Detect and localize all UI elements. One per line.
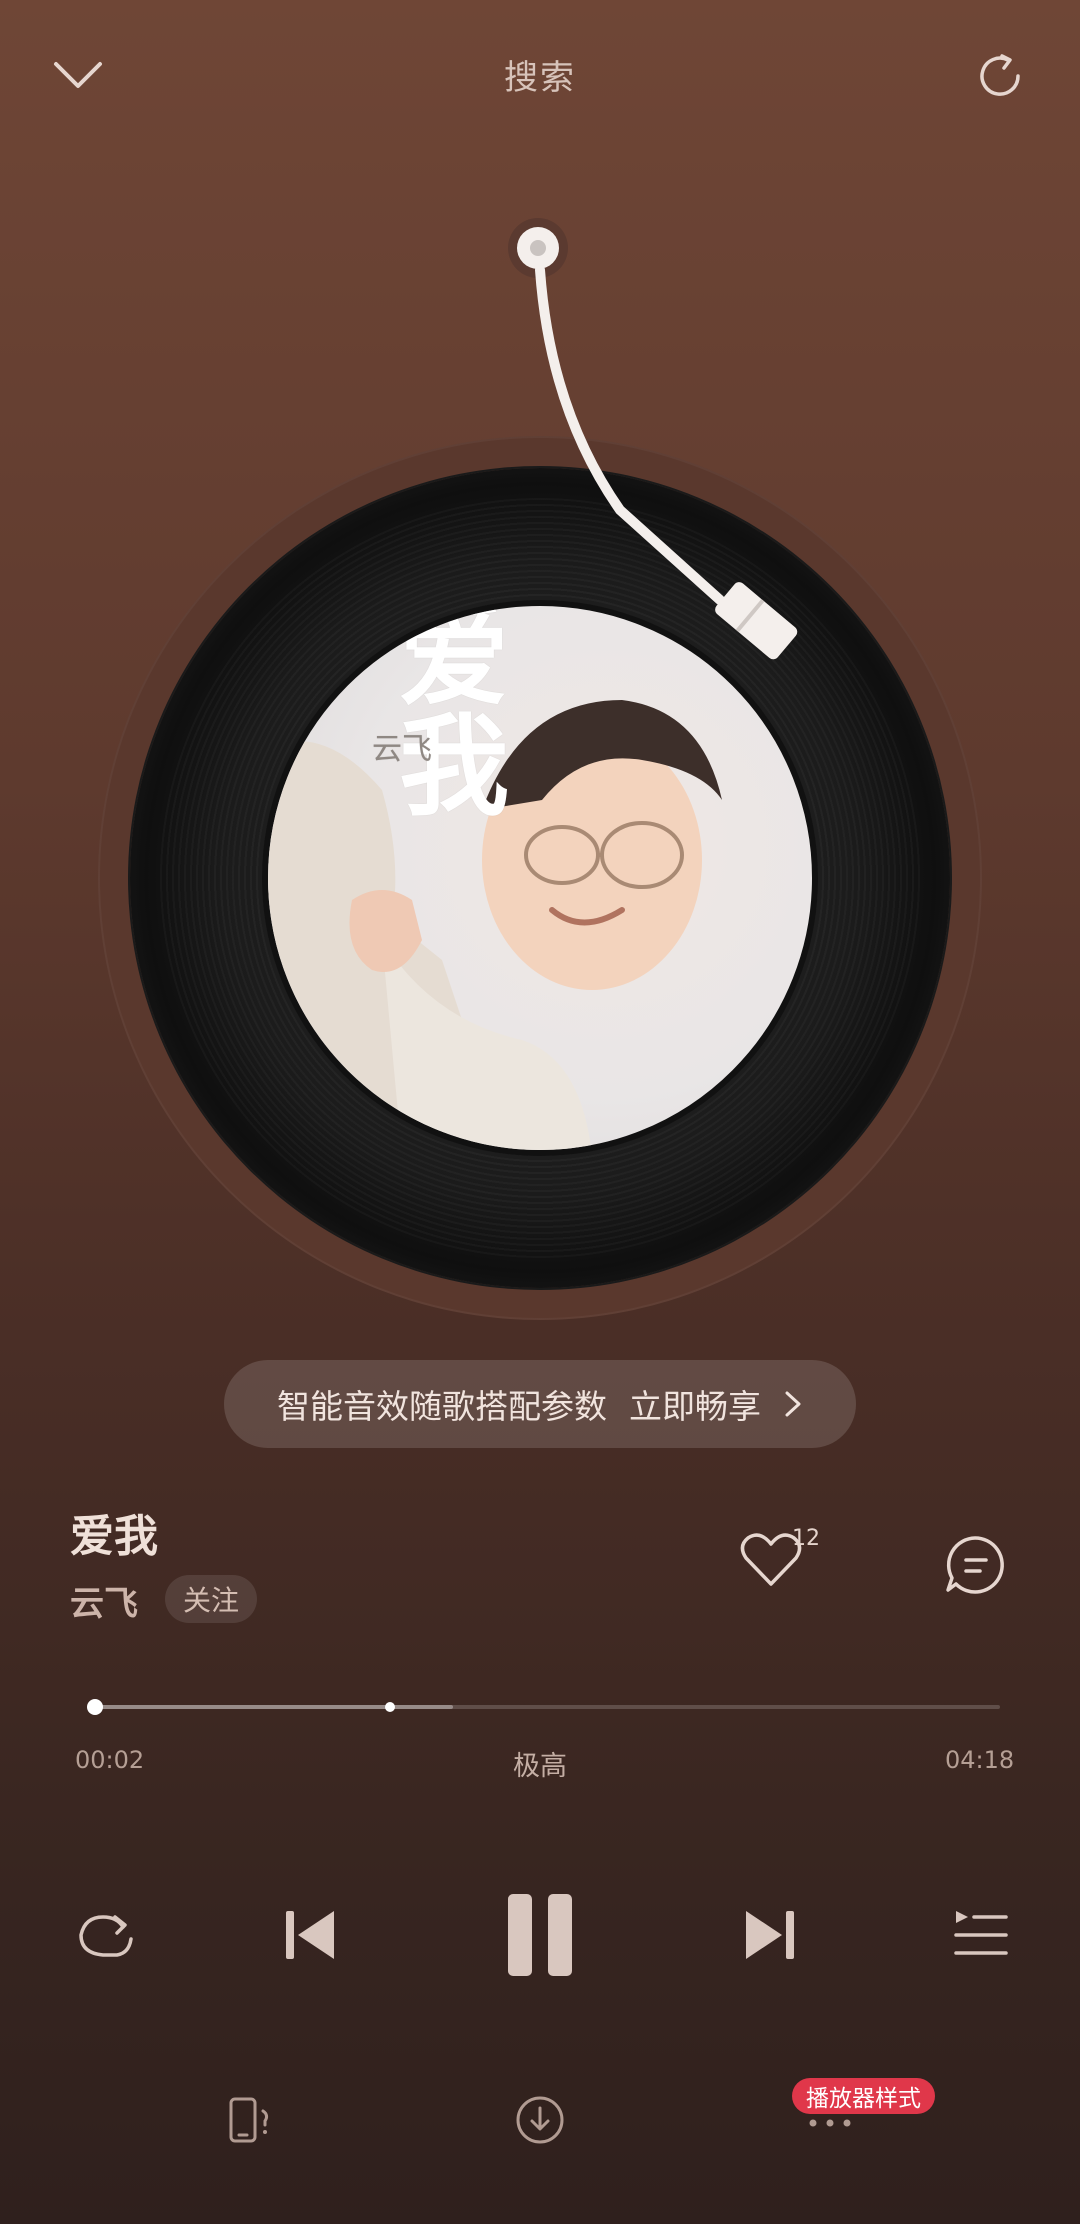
pause-button[interactable] <box>490 1885 590 1985</box>
tonearm[interactable] <box>500 210 820 670</box>
share-button[interactable] <box>960 36 1040 116</box>
device-icon <box>229 2097 269 2143</box>
repeat-button[interactable] <box>70 1900 140 1970</box>
album-cover: 爱我 云飞 <box>262 600 818 1156</box>
pause-icon <box>508 1894 572 1976</box>
more-dots-icon <box>809 2119 851 2127</box>
comment-icon <box>946 1536 1004 1594</box>
follow-button[interactable]: 关注 <box>165 1575 257 1623</box>
progress-thumb[interactable] <box>87 1699 103 1715</box>
repeat-icon <box>79 1915 133 1957</box>
progress-buffered <box>88 1705 453 1709</box>
banner-text: 智能音效随歌搭配参数 <box>277 1387 607 1426</box>
album-art-illustration <box>268 700 722 1150</box>
download-button[interactable] <box>510 2090 570 2150</box>
banner-action: 立即畅享 <box>629 1387 761 1426</box>
share-icon <box>980 54 1020 96</box>
skip-previous-icon <box>286 1911 334 1959</box>
song-title: 爱我 <box>70 1511 158 1562</box>
skip-next-icon <box>746 1911 794 1959</box>
playlist-button[interactable] <box>945 1900 1015 1970</box>
comment-button[interactable] <box>940 1530 1010 1600</box>
chevron-right-icon <box>785 1391 801 1417</box>
total-time: 04:18 <box>945 1746 1015 1774</box>
audio-quality[interactable]: 极高 <box>0 1744 1080 1783</box>
artist-name[interactable]: 云飞 <box>70 1576 138 1625</box>
like-count: 12 <box>792 1526 820 1551</box>
previous-button[interactable] <box>275 1895 345 1975</box>
device-button[interactable] <box>220 2090 280 2150</box>
sound-effect-banner[interactable]: 智能音效随歌搭配参数 立即畅享 <box>224 1360 856 1448</box>
cover-artist-text: 云飞 <box>372 732 432 767</box>
progress-marker <box>385 1702 395 1712</box>
next-button[interactable] <box>735 1895 805 1975</box>
download-icon <box>516 2096 564 2144</box>
page-title[interactable]: 搜索 <box>0 50 1080 99</box>
player-style-badge[interactable]: 播放器样式 <box>792 2078 935 2114</box>
playlist-icon <box>954 1911 1008 1955</box>
